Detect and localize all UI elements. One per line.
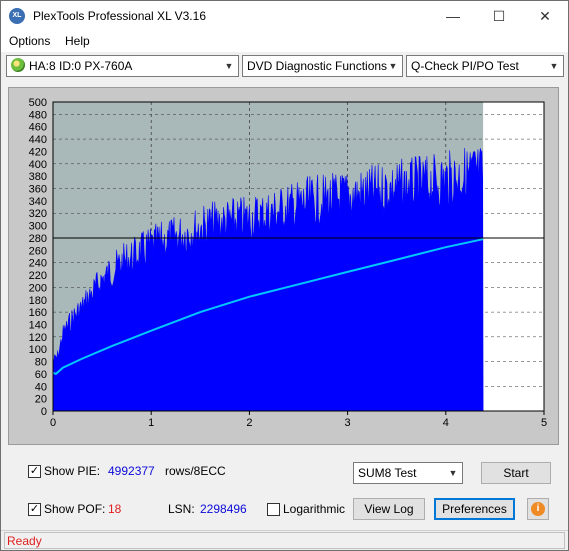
y-tick-label: 300 xyxy=(29,221,47,233)
plextools-logo-icon: XL xyxy=(9,8,25,24)
y-tick-label: 100 xyxy=(29,344,47,356)
chevron-down-icon: ▼ xyxy=(448,468,458,478)
function-select[interactable]: DVD Diagnostic Functions ▼ xyxy=(242,55,403,77)
x-tick-label: 5 xyxy=(541,417,547,429)
y-tick-label: 0 xyxy=(41,406,47,418)
y-tick-label: 280 xyxy=(29,233,47,245)
pie-value: 4992377 xyxy=(108,464,155,478)
pie-unit: rows/8ECC xyxy=(165,464,226,478)
status-bar: Ready xyxy=(1,530,568,550)
chevron-down-icon: ▼ xyxy=(549,61,559,71)
logarithmic-label: Logarithmic xyxy=(283,502,346,516)
y-tick-label: 60 xyxy=(35,369,47,381)
y-tick-label: 400 xyxy=(29,159,47,171)
minimize-button[interactable]: — xyxy=(430,1,476,31)
x-tick-label: 2 xyxy=(246,417,252,429)
x-tick-label: 3 xyxy=(345,417,351,429)
sum-test-select[interactable]: SUM8 Test ▼ xyxy=(353,462,463,484)
y-tick-label: 420 xyxy=(29,146,47,158)
x-tick-label: 4 xyxy=(443,417,449,429)
info-button[interactable]: i xyxy=(527,498,549,520)
logarithmic-checkbox[interactable] xyxy=(267,503,280,516)
drive-select[interactable]: HA:8 ID:0 PX-760A ▼ xyxy=(6,55,239,77)
y-tick-label: 160 xyxy=(29,307,47,319)
title-bar: XL PlexTools Professional XL V3.16 — ☐ ✕ xyxy=(1,1,568,31)
show-pie-label: Show PIE: xyxy=(44,464,101,478)
y-tick-label: 120 xyxy=(29,332,47,344)
y-tick-label: 340 xyxy=(29,196,47,208)
drive-select-value: HA:8 ID:0 PX-760A xyxy=(29,59,133,73)
y-tick-label: 240 xyxy=(29,258,47,270)
drive-icon xyxy=(11,58,25,72)
show-pie-checkbox[interactable]: ✓ xyxy=(28,465,41,478)
chart-panel: 0 1 2 3 4 5 0 20 40 60 80 100 120 140 160 180 200 220 240… xyxy=(8,87,559,445)
y-tick-label: 440 xyxy=(29,134,47,146)
toolbar: HA:8 ID:0 PX-760A ▼ DVD Diagnostic Funct… xyxy=(1,53,568,79)
chevron-down-icon: ▼ xyxy=(224,61,234,71)
function-select-value: DVD Diagnostic Functions xyxy=(247,59,388,73)
show-pof-checkbox[interactable]: ✓ xyxy=(28,503,41,516)
test-select-value: Q-Check PI/PO Test xyxy=(411,59,519,73)
menu-bar: Options Help xyxy=(1,31,568,52)
status-field xyxy=(4,532,565,549)
y-tick-label: 80 xyxy=(35,357,47,369)
y-tick-label: 180 xyxy=(29,295,47,307)
lsn-label: LSN: xyxy=(168,502,195,516)
y-tick-label: 220 xyxy=(29,270,47,282)
preferences-button[interactable]: Preferences xyxy=(434,498,515,520)
pi-po-chart: 0 1 2 3 4 5 020406080100120140160180200220240… xyxy=(29,97,547,429)
window-title: PlexTools Professional XL V3.16 xyxy=(33,9,206,23)
menu-help[interactable]: Help xyxy=(65,34,90,48)
close-button[interactable]: ✕ xyxy=(522,1,568,31)
y-tick-label: 360 xyxy=(29,184,47,196)
maximize-button[interactable]: ☐ xyxy=(476,1,522,31)
y-tick-label: 20 xyxy=(35,394,47,406)
chevron-down-icon: ▼ xyxy=(388,61,398,71)
y-tick-label: 460 xyxy=(29,122,47,134)
status-text: Ready xyxy=(7,534,42,548)
lsn-value: 2298496 xyxy=(200,502,247,516)
app-window: XL PlexTools Professional XL V3.16 — ☐ ✕… xyxy=(0,0,569,551)
y-tick-label: 480 xyxy=(29,109,47,121)
start-button[interactable]: Start xyxy=(481,462,551,484)
y-tick-label: 40 xyxy=(35,381,47,393)
view-log-button[interactable]: View Log xyxy=(353,498,425,520)
y-tick-label: 260 xyxy=(29,245,47,257)
menu-options[interactable]: Options xyxy=(9,34,50,48)
x-tick-label: 1 xyxy=(148,417,154,429)
show-pof-label: Show POF: xyxy=(44,502,106,516)
controls-panel: ✓ Show PIE: 4992377 rows/8ECC SUM8 Test … xyxy=(1,449,568,527)
info-icon: i xyxy=(531,502,545,516)
x-tick-label: 0 xyxy=(50,417,56,429)
y-tick-label: 200 xyxy=(29,282,47,294)
y-tick-label: 320 xyxy=(29,208,47,220)
sum-test-value: SUM8 Test xyxy=(358,466,417,480)
y-tick-label: 380 xyxy=(29,171,47,183)
pof-value: 18 xyxy=(108,502,122,516)
y-tick-label: 140 xyxy=(29,319,47,331)
test-select[interactable]: Q-Check PI/PO Test ▼ xyxy=(406,55,564,77)
y-tick-label: 500 xyxy=(29,97,47,109)
